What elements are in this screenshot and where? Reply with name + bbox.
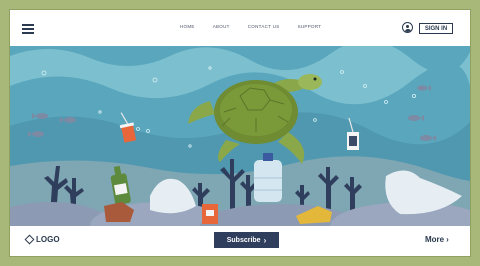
- more-label: More: [425, 235, 445, 244]
- sign-in-button[interactable]: SIGN IN: [419, 23, 453, 34]
- chevron-right-icon: ›: [263, 235, 267, 245]
- user-icon[interactable]: [402, 22, 413, 33]
- subscribe-label: Subscribe: [226, 236, 261, 244]
- ocean-illustration: [10, 46, 470, 226]
- logo-diamond-icon: [24, 234, 35, 245]
- nav-about-link[interactable]: ABOUT: [213, 24, 230, 29]
- logo[interactable]: LOGO: [24, 234, 60, 245]
- chevron-right-icon: ›: [446, 235, 449, 244]
- menu-icon[interactable]: [22, 24, 34, 34]
- main-nav: HOME ABOUT CONTACT US SUPPORT: [180, 24, 321, 29]
- nav-home-link[interactable]: HOME: [180, 24, 195, 29]
- subscribe-button[interactable]: Subscribe ›: [214, 232, 279, 248]
- logo-text: LOGO: [36, 235, 60, 244]
- footer: LOGO Subscribe › More ›: [10, 226, 470, 256]
- nav-contact-link[interactable]: CONTACT US: [248, 24, 280, 29]
- more-link[interactable]: More ›: [425, 235, 449, 244]
- header: HOME ABOUT CONTACT US SUPPORT SIGN IN: [10, 10, 470, 46]
- nav-support-link[interactable]: SUPPORT: [298, 24, 322, 29]
- page-frame: HOME ABOUT CONTACT US SUPPORT SIGN IN LO…: [10, 10, 470, 256]
